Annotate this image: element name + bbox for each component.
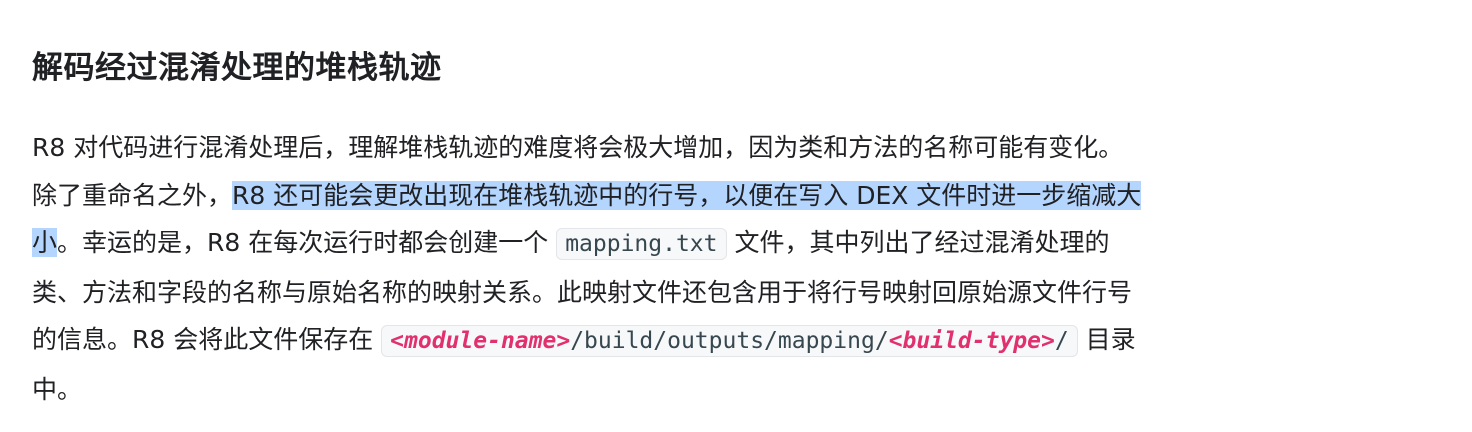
selected-text: R8 还可能会更改出现在堆栈轨迹中的行号，以便在写入 DEX 文件时进一步缩减大 xyxy=(232,180,1142,210)
code-text: mapping.txt xyxy=(565,231,718,257)
paragraph-line: 中。 xyxy=(32,366,1462,414)
code-placeholder: <module-name> xyxy=(390,328,571,354)
paragraph-line: 的信息。R8 会将此文件保存在 <module-name>/build/outp… xyxy=(32,316,1462,366)
text: 中。 xyxy=(32,374,83,404)
text: R8 对代码进行混淆处理后，理解堆栈轨迹的难度将会极大增加，因为类和方法的名称可… xyxy=(32,133,1124,162)
inline-code: <module-name>/build/outputs/mapping/<bui… xyxy=(381,325,1078,357)
code-placeholder: <build-type> xyxy=(888,328,1055,354)
text: 类、方法和字段的名称与原始名称的映射关系。此映射文件还包含用于将行号映射回原始源… xyxy=(32,277,1133,307)
text: 除了重命名之外， xyxy=(32,180,233,210)
inline-code: mapping.txt xyxy=(556,228,727,260)
code-text: /build/outputs/mapping/ xyxy=(570,328,889,354)
paragraph-line: R8 对代码进行混淆处理后，理解堆栈轨迹的难度将会极大增加，因为类和方法的名称可… xyxy=(32,124,1462,172)
selected-text: 小 xyxy=(32,228,58,257)
text: 。幸运的是，R8 在每次运行时都会创建一个 xyxy=(57,228,557,257)
paragraph-line: 类、方法和字段的名称与原始名称的映射关系。此映射文件还包含用于将行号映射回原始源… xyxy=(32,269,1462,317)
code-text: / xyxy=(1054,328,1069,354)
paragraph-line: 小。幸运的是，R8 在每次运行时都会创建一个 mapping.txt 文件，其中… xyxy=(32,219,1462,269)
paragraph-line: 除了重命名之外，R8 还可能会更改出现在堆栈轨迹中的行号，以便在写入 DEX 文… xyxy=(32,172,1462,220)
text: 文件，其中列出了经过混淆处理的 xyxy=(726,228,1110,257)
body-paragraph: R8 对代码进行混淆处理后，理解堆栈轨迹的难度将会极大增加，因为类和方法的名称可… xyxy=(32,124,1462,413)
text: 的信息。R8 会将此文件保存在 xyxy=(32,325,382,354)
text: 目录 xyxy=(1077,325,1136,354)
section-heading: 解码经过混淆处理的堆栈轨迹 xyxy=(32,50,442,86)
